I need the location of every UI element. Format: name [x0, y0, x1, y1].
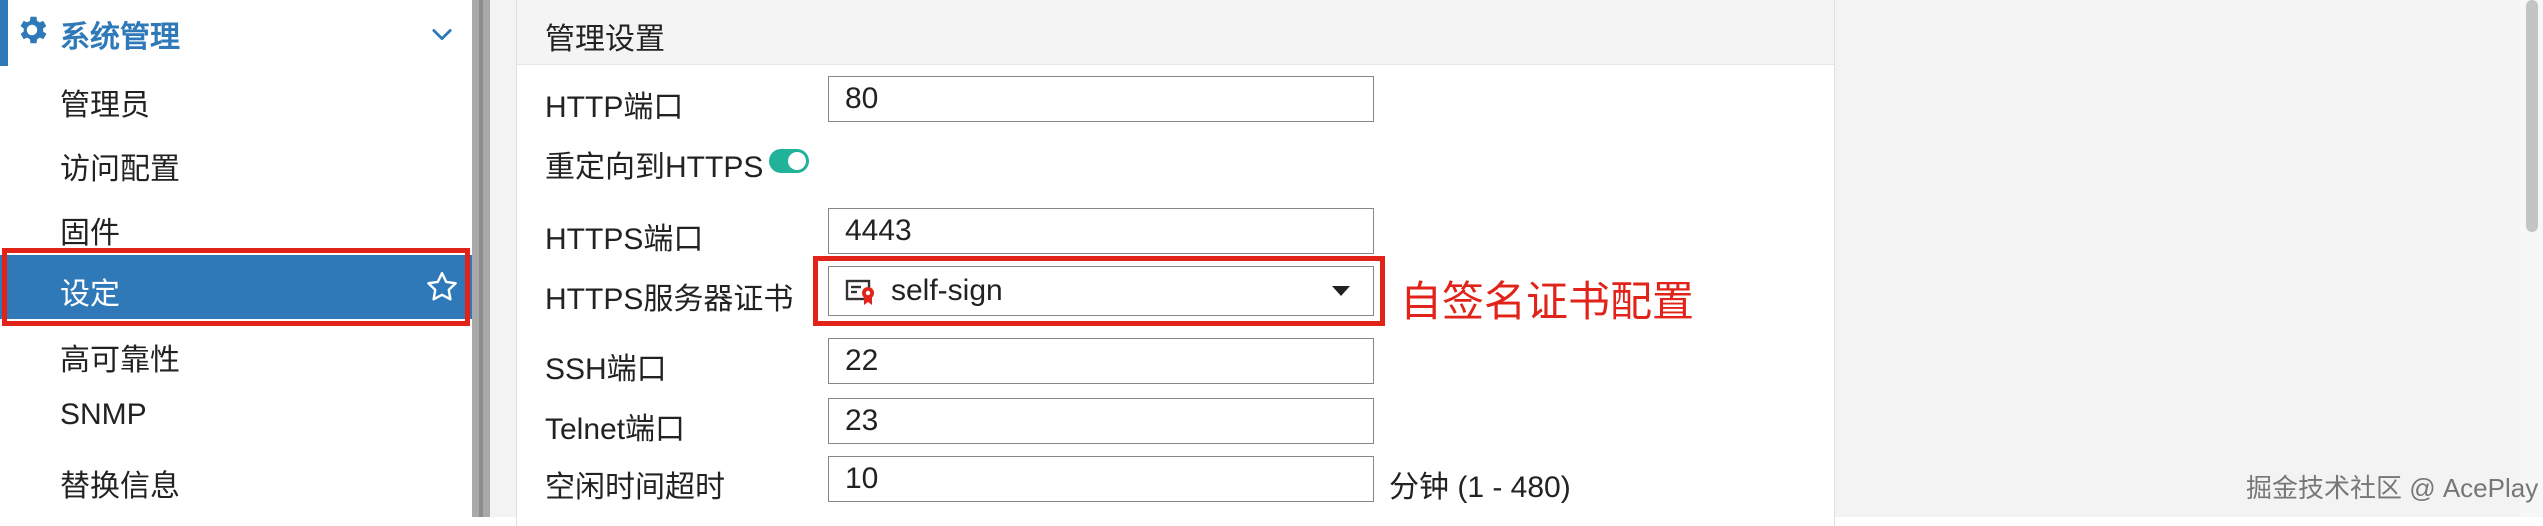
http-port-input[interactable]: 80 [828, 76, 1374, 122]
idle-timeout-label: 空闲时间超时 [545, 471, 725, 504]
ssh-port-label: SSH端口 [545, 353, 667, 386]
sidebar-item-label: 高可靠性 [60, 344, 180, 377]
sidebar: 系统管理 管理员 访问配置 固件 设定 高可靠性 SNMP 替换信息 [0, 0, 472, 517]
sidebar-item-high-availability[interactable]: 高可靠性 [0, 321, 472, 385]
section-accent-bar [0, 0, 8, 66]
redirect-https-label: 重定向到HTTPS [545, 151, 764, 184]
sidebar-item-label: 访问配置 [60, 153, 180, 186]
sidebar-item-administrators[interactable]: 管理员 [0, 66, 472, 130]
https-cert-label: HTTPS服务器证书 [545, 283, 794, 316]
sidebar-resize-handle[interactable] [472, 0, 490, 517]
sidebar-section-system-management[interactable]: 系统管理 [0, 0, 472, 66]
idle-timeout-input[interactable]: 10 [828, 456, 1374, 502]
idle-timeout-suffix: 分钟 (1 - 480) [1389, 471, 1571, 504]
sidebar-item-label: 固件 [60, 217, 120, 250]
toggle-knob [788, 152, 806, 170]
telnet-port-label: Telnet端口 [545, 413, 686, 446]
highlight-box-https-cert [813, 256, 1385, 326]
watermark: 掘金技术社区 @ AcePlay [2246, 473, 2539, 503]
gear-icon [20, 16, 47, 44]
scrollbar[interactable] [2520, 0, 2543, 517]
sidebar-item-label: SNMP [60, 398, 147, 431]
divider-line [479, 0, 483, 517]
panel-title: 管理设置 [545, 23, 665, 56]
sidebar-section-title: 系统管理 [60, 21, 180, 54]
scrollbar-thumb[interactable] [2526, 0, 2538, 232]
redirect-https-toggle[interactable] [769, 149, 809, 173]
sidebar-item-label: 管理员 [60, 89, 150, 122]
annotation-text: 自签名证书配置 [1400, 278, 1695, 325]
ssh-port-input[interactable]: 22 [828, 338, 1374, 384]
sidebar-item-replacement-messages[interactable]: 替换信息 [0, 447, 472, 511]
https-port-label: HTTPS端口 [545, 223, 704, 256]
panel-header: 管理设置 [517, 0, 1834, 65]
sidebar-item-label: 替换信息 [60, 470, 180, 503]
telnet-port-input[interactable]: 23 [828, 398, 1374, 444]
highlight-box-settings [2, 248, 470, 326]
chevron-down-icon[interactable] [428, 20, 456, 48]
sidebar-item-snmp[interactable]: SNMP [0, 384, 472, 448]
sidebar-item-access-config[interactable]: 访问配置 [0, 130, 472, 194]
https-port-input[interactable]: 4443 [828, 208, 1374, 254]
http-port-label: HTTP端口 [545, 91, 684, 124]
